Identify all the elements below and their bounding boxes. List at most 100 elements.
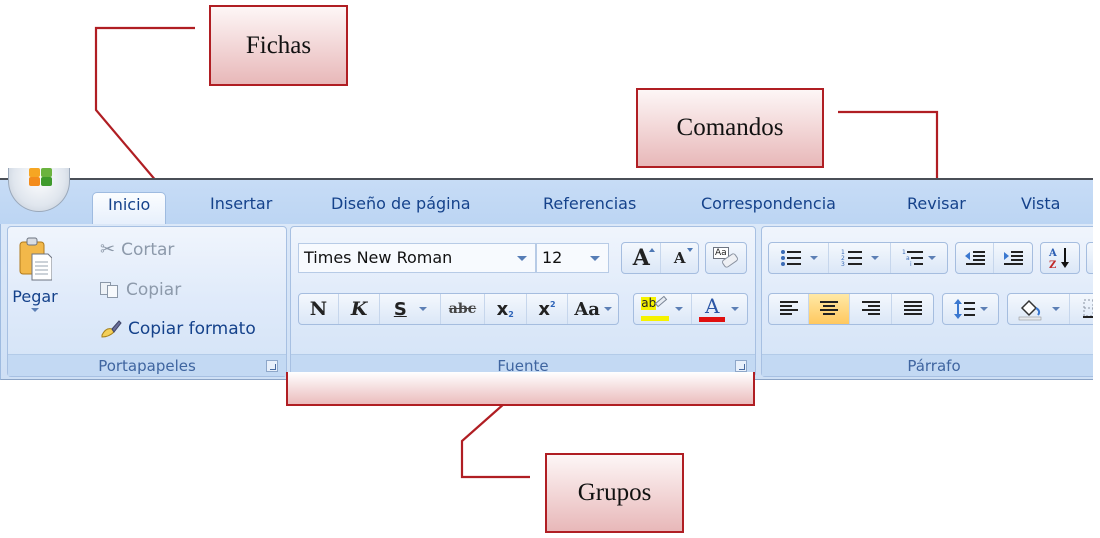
- clipboard-icon: [19, 237, 52, 281]
- callout-fichas: Fichas: [209, 5, 348, 86]
- highlight-button[interactable]: ab: [634, 294, 692, 324]
- copy-button[interactable]: Copiar: [100, 280, 181, 300]
- justify-icon: [903, 301, 922, 315]
- list-strip: 1 2 3 1 a i: [768, 242, 948, 274]
- show-hide-marks-button[interactable]: [1087, 243, 1100, 273]
- font-size-dropdown-icon[interactable]: [590, 256, 600, 261]
- group-label-parrafo: Párrafo: [762, 354, 1100, 376]
- tab-vista[interactable]: Vista: [1021, 192, 1060, 226]
- strikethrough-button[interactable]: abc: [441, 294, 485, 324]
- sort-button[interactable]: A Z: [1041, 243, 1079, 273]
- line-spacing-icon: [953, 299, 975, 319]
- paste-label: Pegar: [12, 287, 58, 306]
- strikethrough-icon: abc: [448, 301, 477, 317]
- show-marks-strip: [1086, 242, 1100, 274]
- grupos-bracket: [286, 372, 755, 406]
- tab-label: Correspondencia: [701, 194, 836, 213]
- indent-strip: [955, 242, 1033, 274]
- italic-icon: K: [350, 298, 368, 320]
- format-painter-label: Copiar formato: [128, 319, 256, 339]
- align-right-button[interactable]: [850, 294, 892, 324]
- multilevel-list-button[interactable]: 1 a i: [891, 243, 947, 273]
- sort-az-icon: A Z: [1048, 248, 1069, 270]
- align-center-icon: [820, 301, 838, 315]
- numbering-dropdown-icon[interactable]: [870, 256, 879, 260]
- tab-correspondencia[interactable]: Correspondencia: [701, 192, 836, 226]
- line-spacing-dropdown-icon[interactable]: [979, 307, 988, 311]
- subscript-button[interactable]: x 2: [485, 294, 527, 324]
- decrease-indent-button[interactable]: [956, 243, 994, 273]
- tab-label: Diseño de página: [331, 194, 471, 213]
- tab-revisar[interactable]: Revisar: [907, 192, 966, 226]
- bullets-button[interactable]: [769, 243, 829, 273]
- shrink-font-button[interactable]: A: [661, 243, 698, 273]
- line-spacing-button[interactable]: [943, 294, 998, 324]
- borders-button[interactable]: [1070, 294, 1100, 324]
- callout-grupos: Grupos: [545, 453, 684, 533]
- highlighter-icon: ab: [641, 295, 670, 321]
- tab-insertar[interactable]: Insertar: [210, 192, 272, 226]
- font-color-icon: A: [699, 294, 726, 322]
- subscript-mark: 2: [508, 309, 514, 319]
- shading-button[interactable]: [1008, 294, 1070, 324]
- bullet-list-icon: [780, 250, 801, 266]
- paste-dropdown-icon[interactable]: [31, 308, 39, 312]
- tab-label: Inicio: [108, 195, 151, 214]
- align-left-button[interactable]: [769, 294, 809, 324]
- sort-strip: A Z: [1040, 242, 1080, 274]
- tab-label: Referencias: [543, 194, 637, 213]
- svg-text:i: i: [910, 261, 912, 268]
- justify-button[interactable]: [892, 294, 933, 324]
- group-label-portapapeles: Portapapeles: [8, 354, 286, 376]
- tab-inicio[interactable]: Inicio: [92, 192, 167, 228]
- font-name-dropdown-icon[interactable]: [517, 256, 527, 261]
- paste-button[interactable]: Pegar: [12, 237, 58, 347]
- multilevel-dropdown-icon[interactable]: [928, 256, 936, 260]
- eraser-icon: Aa: [713, 247, 740, 269]
- italic-button[interactable]: K: [339, 294, 381, 324]
- font-dialog-launcher-icon[interactable]: [735, 360, 747, 372]
- bullets-dropdown-icon[interactable]: [809, 256, 818, 260]
- clipboard-dialog-launcher-icon[interactable]: [266, 360, 278, 372]
- align-center-button[interactable]: [809, 294, 850, 324]
- numbering-button[interactable]: 1 2 3: [829, 243, 891, 273]
- increase-indent-button[interactable]: [994, 243, 1032, 273]
- change-case-icon: Aa: [574, 298, 600, 320]
- line-spacing-strip: [942, 293, 999, 325]
- grupos-connector: [460, 402, 530, 479]
- cut-button[interactable]: ✂ Cortar: [100, 239, 174, 260]
- ribbon-tab-bar: Inicio Insertar Diseño de página Referen…: [0, 168, 1093, 228]
- shading-border-strip: [1007, 293, 1100, 325]
- underline-button[interactable]: S: [380, 294, 442, 324]
- font-size-combobox[interactable]: 12: [536, 243, 609, 273]
- group-portapapeles: Pegar ✂ Cortar Copiar Copiar formato Por…: [7, 226, 287, 377]
- clear-formatting-button[interactable]: Aa: [706, 243, 746, 273]
- grow-font-button[interactable]: A: [622, 243, 662, 273]
- font-color-glyph: A: [705, 294, 720, 318]
- paint-bucket-icon: [1018, 299, 1041, 321]
- copy-icon: [100, 282, 120, 298]
- callout-comandos-label: Comandos: [676, 114, 784, 141]
- fichas-connector: [94, 26, 195, 196]
- clear-formatting-strip: Aa: [705, 242, 747, 274]
- color-strip: ab A: [633, 293, 748, 325]
- font-color-dropdown-icon[interactable]: [731, 307, 740, 311]
- font-name-combobox[interactable]: Times New Roman: [298, 243, 536, 273]
- format-painter-button[interactable]: Copiar formato: [100, 319, 256, 339]
- superscript-button[interactable]: x 2: [527, 294, 569, 324]
- shading-dropdown-icon[interactable]: [1051, 307, 1060, 311]
- ribbon-body: Pegar ✂ Cortar Copiar Copiar formato Por…: [0, 224, 1100, 380]
- highlight-dropdown-icon[interactable]: [675, 307, 684, 311]
- change-case-dropdown-icon[interactable]: [603, 307, 612, 311]
- change-case-button[interactable]: Aa: [568, 294, 618, 324]
- underline-dropdown-icon[interactable]: [418, 307, 427, 311]
- tab-diseno-de-pagina[interactable]: Diseño de página: [331, 192, 471, 226]
- bold-button[interactable]: N: [299, 294, 339, 324]
- font-name-value: Times New Roman: [304, 248, 453, 267]
- increase-indent-icon: [1004, 251, 1023, 265]
- tab-referencias[interactable]: Referencias: [543, 192, 636, 226]
- group-label-text: Párrafo: [907, 357, 961, 375]
- subscript-icon: x: [496, 298, 509, 320]
- office-button[interactable]: [8, 168, 70, 212]
- font-color-button[interactable]: A: [692, 294, 748, 324]
